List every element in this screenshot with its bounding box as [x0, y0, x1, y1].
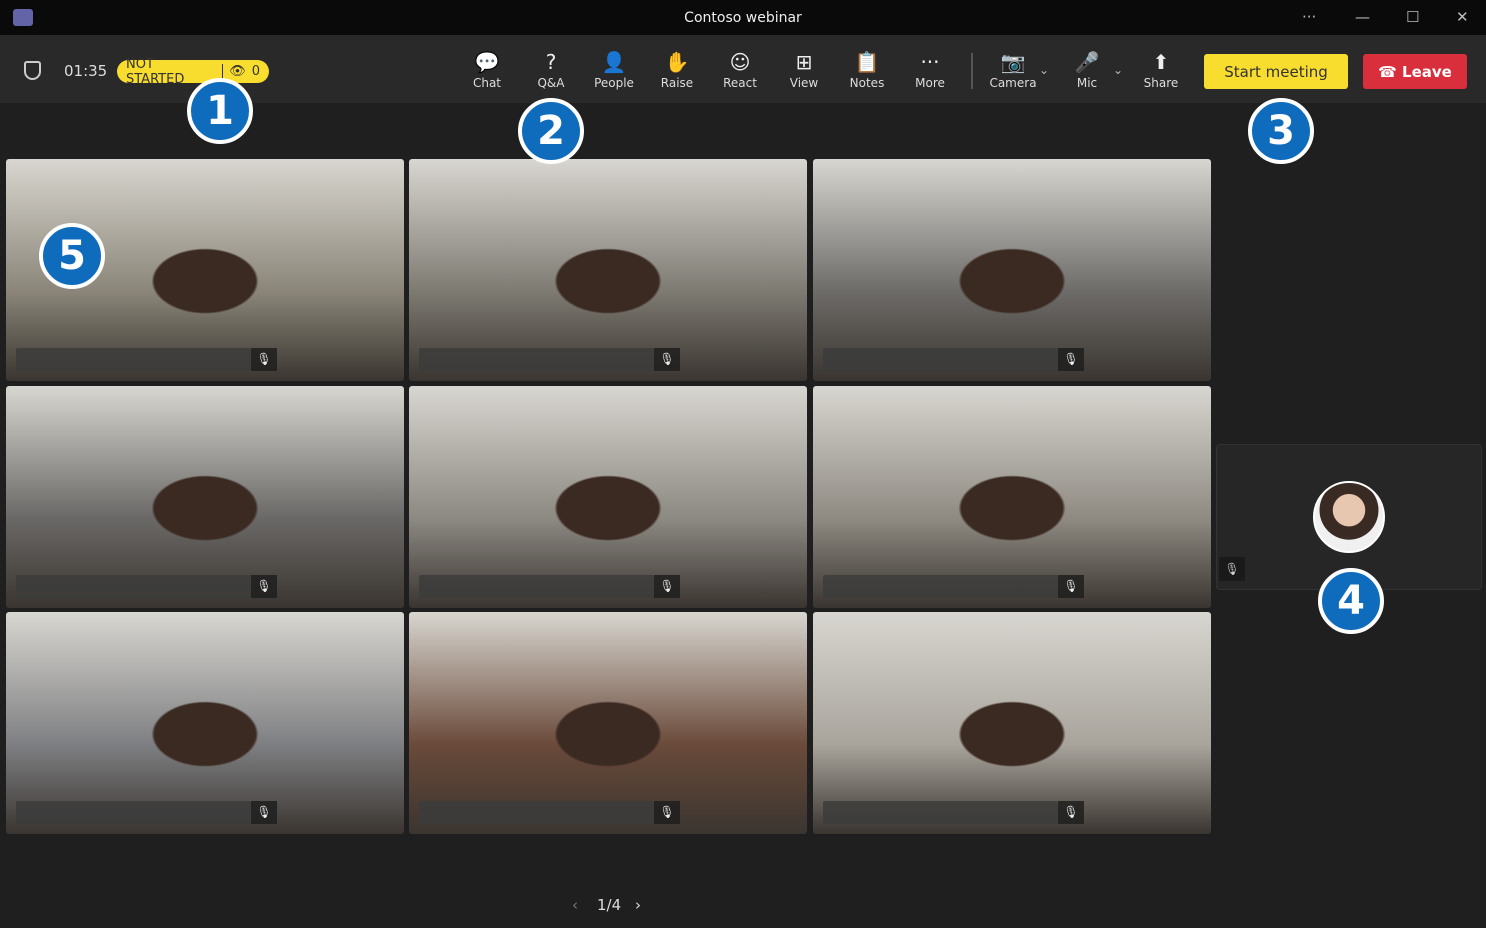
toolbar-share-button[interactable]: ⬆ Share	[1131, 48, 1191, 90]
participant-video-tile[interactable]: 🎙	[813, 159, 1211, 381]
participant-name-bar	[419, 801, 654, 824]
notes-icon: 📋	[854, 50, 880, 74]
leave-button[interactable]: ☎ Leave	[1363, 54, 1467, 89]
callout-badge: 5	[39, 223, 105, 289]
participant-video-tile[interactable]: 🎙	[813, 612, 1211, 834]
toolbar-more-button[interactable]: ··· More	[900, 48, 960, 90]
toolbar-label: Notes	[849, 76, 885, 90]
mic-muted-icon: 🎙	[1058, 801, 1084, 824]
mic-muted-icon: 🎙	[251, 348, 277, 371]
mic-muted-icon: 🎙	[1058, 348, 1084, 371]
leave-label: Leave	[1402, 62, 1452, 81]
participant-video-tile[interactable]: 🎙	[6, 386, 404, 608]
close-button[interactable]: ✕	[1456, 8, 1469, 26]
grid-icon: ⊞	[795, 50, 813, 74]
mic-options-chevron-icon[interactable]: ⌄	[1113, 63, 1123, 77]
window-title: Contoso webinar	[684, 10, 802, 26]
camera-off-icon: 📷	[1000, 50, 1026, 74]
toolbar-raise-button[interactable]: ✋ Raise	[647, 48, 707, 90]
mic-muted-icon: 🎙	[654, 348, 680, 371]
mic-icon: 🎤	[1074, 50, 1100, 74]
participant-name-bar	[16, 575, 251, 598]
smile-icon: ☺	[729, 50, 751, 74]
toolbar-label: View	[789, 76, 819, 90]
callout-badge: 3	[1248, 98, 1314, 164]
toolbar-label: Camera	[989, 76, 1037, 90]
toolbar-react-button[interactable]: ☺ React	[710, 48, 770, 90]
mic-muted-icon: 🎙	[1219, 557, 1245, 581]
mic-muted-icon: 🎙	[1058, 575, 1084, 598]
toolbar-label: Raise	[660, 76, 694, 90]
participant-name-bar	[823, 575, 1058, 598]
mic-muted-icon: 🎙	[251, 801, 277, 824]
toolbar-people-button[interactable]: 👤 People	[584, 48, 644, 90]
toolbar-notes-button[interactable]: 📋 Notes	[837, 48, 897, 90]
hangup-icon: ☎	[1378, 62, 1403, 81]
share-icon: ⬆	[1152, 50, 1170, 74]
avatar	[1313, 481, 1385, 553]
participant-video-tile[interactable]: 🎙	[409, 612, 807, 834]
toolbar-label: Mic	[1076, 76, 1098, 90]
toolbar-label: Q&A	[537, 76, 565, 90]
viewer-count: 0	[251, 64, 260, 79]
mic-muted-icon: 🎙	[654, 575, 680, 598]
participant-video-tile[interactable]: 🎙	[409, 159, 807, 381]
toolbar-view-button[interactable]: ⊞ View	[774, 48, 834, 90]
participant-name-bar	[419, 575, 654, 598]
callout-badge: 2	[518, 98, 584, 164]
participant-video-tile[interactable]: 🎙	[409, 386, 807, 608]
participant-video-tile[interactable]: 🎙	[6, 612, 404, 834]
mic-muted-icon: 🎙	[654, 801, 680, 824]
chat-icon: 💬	[474, 50, 500, 74]
participant-name-bar	[16, 348, 251, 371]
toolbar-label: Share	[1143, 76, 1179, 90]
toolbar-qa-button[interactable]: ? Q&A	[521, 48, 581, 90]
participant-name-bar	[419, 348, 654, 371]
previous-page-button[interactable]: ‹	[572, 896, 578, 914]
participant-name-bar	[823, 348, 1058, 371]
qa-icon: ?	[545, 50, 557, 74]
meeting-timer: 01:35	[64, 62, 108, 80]
camera-options-chevron-icon[interactable]: ⌄	[1039, 63, 1049, 77]
status-badge: NOT STARTED 👁 0	[117, 57, 269, 87]
hand-icon: ✋	[664, 50, 690, 74]
more-icon: ···	[920, 50, 940, 74]
maximize-button[interactable]: ☐	[1406, 8, 1419, 26]
participant-name-bar	[16, 801, 251, 824]
toolbar-label: React	[723, 76, 757, 90]
shield-icon[interactable]	[24, 61, 41, 80]
callout-badge: 1	[187, 78, 253, 144]
page-indicator: 1/4	[597, 896, 622, 914]
participant-name-bar	[823, 801, 1058, 824]
title-bar: Contoso webinar ··· — ☐ ✕	[0, 0, 1486, 35]
toolbar-label: Chat	[472, 76, 502, 90]
eye-icon: 👁	[229, 64, 246, 79]
callout-badge: 4	[1318, 568, 1384, 634]
participant-video-tile[interactable]: 🎙	[813, 386, 1211, 608]
minimize-button[interactable]: —	[1355, 8, 1370, 26]
toolbar-camera-button[interactable]: 📷 Camera	[983, 48, 1043, 90]
toolbar-label: People	[594, 76, 634, 90]
toolbar-mic-button[interactable]: 🎤 Mic	[1057, 48, 1117, 90]
toolbar-label: More	[915, 76, 945, 90]
toolbar-chat-button[interactable]: 💬 Chat	[457, 48, 517, 90]
next-page-button[interactable]: ›	[635, 896, 641, 914]
people-icon: 👤	[601, 50, 627, 74]
more-options-icon[interactable]: ···	[1302, 8, 1316, 26]
mic-muted-icon: 🎙	[251, 575, 277, 598]
divider	[971, 53, 973, 89]
start-meeting-button[interactable]: Start meeting	[1204, 54, 1348, 89]
